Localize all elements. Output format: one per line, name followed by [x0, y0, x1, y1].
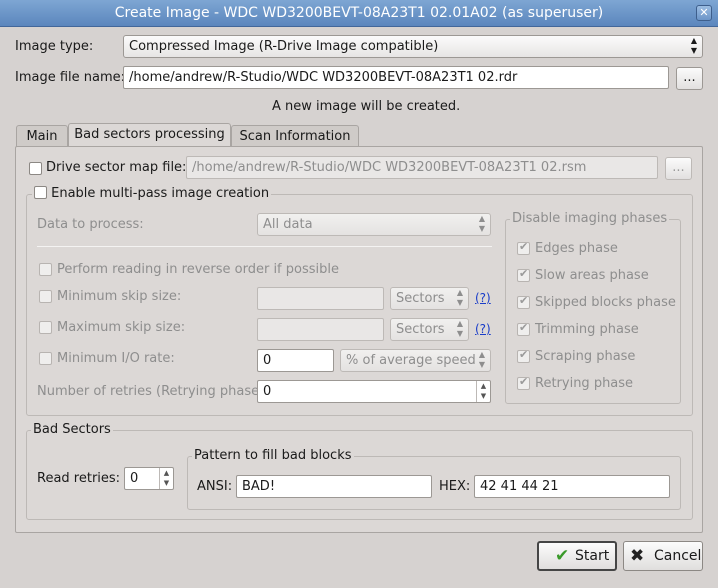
scraping-phase-label: Scraping phase [535, 349, 636, 364]
drive-map-input[interactable]: /home/andrew/R-Studio/WDC WD3200BEVT-08A… [186, 156, 658, 179]
updown-arrows-icon: ▲ ▼ [690, 36, 697, 55]
tab-scan-information[interactable]: Scan Information [231, 125, 359, 147]
max-skip-input[interactable] [257, 318, 384, 341]
trimming-phase-checkbox[interactable] [517, 321, 530, 336]
drive-map-checkbox[interactable] [29, 162, 42, 175]
cancel-button[interactable]: ✖ Cancel [623, 541, 703, 571]
start-label: Start [575, 548, 610, 564]
max-skip-help-link[interactable]: (?) [475, 322, 491, 336]
tab-main[interactable]: Main [16, 125, 68, 147]
min-skip-input[interactable] [257, 287, 384, 310]
separator [37, 246, 492, 247]
edges-phase-label: Edges phase [535, 241, 618, 256]
updown-arrows-icon: ▲ ▼ [478, 214, 485, 233]
min-io-unit-select[interactable]: % of average speed ▲ ▼ [340, 349, 491, 372]
scraping-phase-checkbox[interactable] [517, 348, 530, 363]
min-io-checkbox[interactable] [39, 352, 52, 365]
min-io-unit-value: % of average speed [346, 353, 476, 368]
start-button[interactable]: ✔ Start [537, 541, 617, 571]
phases-title: Disable imaging phases [510, 211, 670, 226]
drive-map-browse-button[interactable]: ... [665, 157, 692, 180]
multipass-checkbox[interactable] [34, 186, 47, 199]
read-retries-spinner[interactable]: ▲ ▼ [159, 468, 173, 489]
bad-sectors-title: Bad Sectors [31, 422, 113, 437]
min-skip-unit-value: Sectors [396, 291, 445, 306]
multipass-label: Enable multi-pass image creation [51, 186, 270, 201]
retries-label: Number of retries (Retrying phase): [37, 384, 269, 399]
min-skip-checkbox[interactable] [39, 290, 52, 303]
slow-areas-phase-checkbox[interactable] [517, 267, 530, 282]
cancel-label: Cancel [654, 548, 702, 564]
min-io-input[interactable]: 0 [257, 349, 334, 372]
window-titlebar: Create Image - WDC WD3200BEVT-08A23T1 02… [0, 0, 718, 27]
image-type-label: Image type: [15, 39, 94, 54]
pattern-title: Pattern to fill bad blocks [192, 448, 354, 463]
hex-input[interactable]: 42 41 44 21 [474, 475, 670, 498]
drive-map-label: Drive sector map file: [46, 160, 187, 175]
edges-phase-checkbox[interactable] [517, 240, 530, 255]
max-skip-label: Maximum skip size: [57, 320, 186, 335]
updown-arrows-icon: ▲ ▼ [478, 350, 485, 369]
image-file-label: Image file name: [15, 70, 126, 85]
reverse-order-checkbox[interactable] [39, 263, 52, 276]
updown-arrows-icon: ▲ ▼ [456, 319, 463, 338]
max-skip-unit-select[interactable]: Sectors ▲ ▼ [390, 318, 469, 341]
min-io-label: Minimum I/O rate: [57, 351, 175, 366]
retrying-phase-label: Retrying phase [535, 376, 634, 391]
read-retries-label: Read retries: [37, 471, 121, 486]
slow-areas-phase-label: Slow areas phase [535, 268, 649, 283]
trimming-phase-label: Trimming phase [535, 322, 639, 337]
image-file-browse-button[interactable]: ... [676, 67, 703, 90]
reverse-order-label: Perform reading in reverse order if poss… [57, 262, 339, 277]
max-skip-unit-value: Sectors [396, 322, 445, 337]
skipped-blocks-phase-checkbox[interactable] [517, 294, 530, 309]
skipped-blocks-phase-label: Skipped blocks phase [535, 295, 676, 310]
multipass-legend: Enable multi-pass image creation [32, 186, 272, 201]
image-file-input[interactable]: /home/andrew/R-Studio/WDC WD3200BEVT-08A… [123, 66, 669, 89]
tab-bad-sectors-processing[interactable]: Bad sectors processing [68, 123, 231, 147]
min-skip-label: Minimum skip size: [57, 289, 182, 304]
data-to-process-label: Data to process: [37, 217, 144, 232]
retrying-phase-checkbox[interactable] [517, 375, 530, 390]
min-skip-help-link[interactable]: (?) [475, 291, 491, 305]
data-to-process-select[interactable]: All data ▲ ▼ [257, 213, 491, 236]
window-title: Create Image - WDC WD3200BEVT-08A23T1 02… [114, 5, 604, 21]
max-skip-checkbox[interactable] [39, 321, 52, 334]
cancel-x-icon: ✖ [630, 546, 645, 566]
checkmark-icon: ✔ [555, 546, 570, 566]
data-to-process-value: All data [263, 217, 313, 232]
image-type-select[interactable]: Compressed Image (R-Drive Image compatib… [123, 35, 703, 58]
updown-arrows-icon: ▲ ▼ [456, 288, 463, 307]
retries-spinner[interactable]: ▲ ▼ [476, 381, 490, 402]
close-icon[interactable]: ✕ [696, 5, 712, 21]
ansi-label: ANSI: [197, 479, 233, 494]
retries-input[interactable]: 0 [257, 380, 491, 403]
min-skip-unit-select[interactable]: Sectors ▲ ▼ [390, 287, 469, 310]
ansi-input[interactable]: BAD! [236, 475, 432, 498]
hex-label: HEX: [439, 479, 471, 494]
image-type-value: Compressed Image (R-Drive Image compatib… [129, 39, 439, 54]
status-text: A new image will be created. [272, 99, 461, 114]
